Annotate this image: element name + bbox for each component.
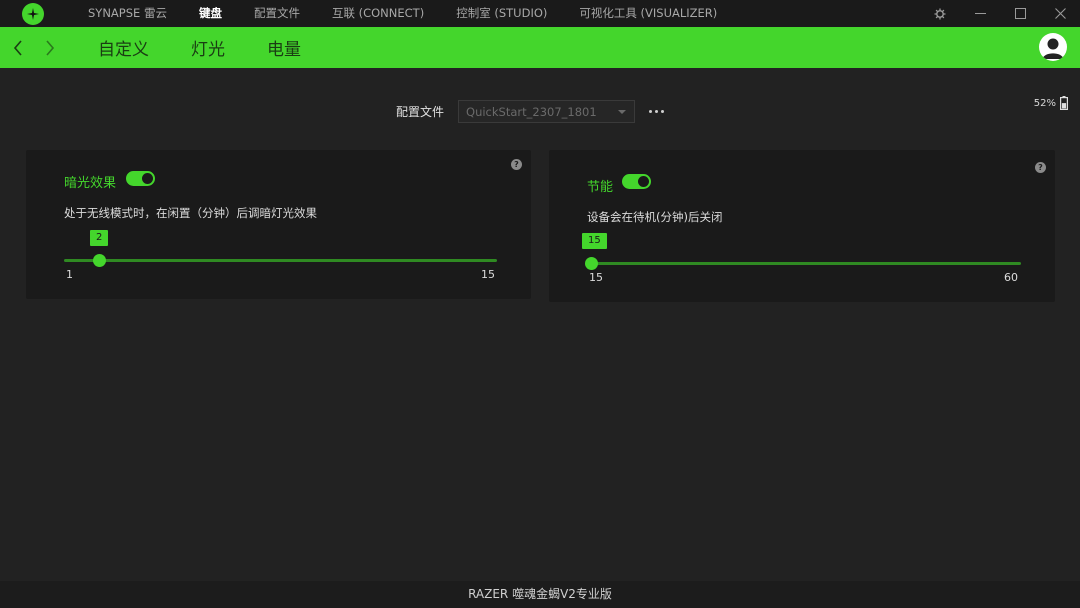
window-controls [920, 0, 1080, 27]
sub-tabs: 自定义 灯光 电量 [98, 27, 343, 68]
help-icon[interactable]: ? [511, 159, 522, 170]
dimming-description: 处于无线模式时，在闲置（分钟）后调暗灯光效果 [64, 206, 317, 220]
dimming-title: 暗光效果 [64, 176, 117, 191]
dimming-slider-max: 15 [481, 268, 495, 281]
synapse-window: SYNAPSE 雷云 键盘 配置文件 互联 (CONNECT) 控制室 (STU… [0, 0, 1080, 608]
forward-arrow-icon[interactable] [38, 27, 62, 68]
battery-icon [1060, 96, 1068, 110]
minimize-icon[interactable] [960, 0, 1000, 27]
dimming-slider-track[interactable] [64, 259, 497, 262]
power-value-bubble: 15 [582, 233, 607, 249]
tab-connect[interactable]: 互联 (CONNECT) [316, 0, 440, 27]
tab-keyboard[interactable]: 键盘 [183, 0, 238, 27]
tab-synapse[interactable]: SYNAPSE 雷云 [72, 0, 183, 27]
profile-dropdown[interactable]: QuickStart_2307_1801 [458, 100, 636, 123]
dimming-slider-min: 1 [66, 268, 73, 281]
top-navigation: SYNAPSE 雷云 键盘 配置文件 互联 (CONNECT) 控制室 (STU… [72, 0, 733, 27]
title-bar: SYNAPSE 雷云 键盘 配置文件 互联 (CONNECT) 控制室 (STU… [0, 0, 1080, 27]
power-slider-min: 15 [589, 271, 603, 284]
device-footer: RAZER 噬魂金蝎V2专业版 [0, 581, 1080, 608]
dimming-value-bubble: 2 [90, 230, 109, 246]
dimming-toggle[interactable] [126, 171, 155, 186]
battery-percent: 52% [1033, 97, 1056, 109]
device-name: RAZER 噬魂金蝎V2专业版 [468, 587, 612, 601]
tab-power[interactable]: 电量 [267, 35, 301, 60]
power-slider-max: 60 [1004, 271, 1018, 284]
tab-visualizer[interactable]: 可视化工具 (VISUALIZER) [563, 0, 733, 27]
user-avatar-icon[interactable] [1039, 33, 1067, 61]
power-saving-card: ? 节能 设备会在待机(分钟)后关闭 15 15 60 [549, 150, 1055, 302]
tab-lighting[interactable]: 灯光 [191, 35, 225, 60]
power-saving-description: 设备会在待机(分钟)后关闭 [587, 210, 723, 224]
profile-selected-value: QuickStart_2307_1801 [466, 104, 597, 119]
power-saving-toggle[interactable] [622, 174, 651, 189]
dimming-slider-thumb[interactable] [93, 254, 106, 267]
tab-profiles[interactable]: 配置文件 [238, 0, 316, 27]
more-options-icon[interactable] [649, 110, 665, 113]
chevron-down-icon [618, 110, 627, 114]
power-slider-thumb[interactable] [585, 257, 598, 270]
settings-gear-icon[interactable] [920, 0, 960, 27]
razer-logo-icon[interactable] [22, 3, 44, 25]
profile-selector-row: 配置文件 QuickStart_2307_1801 [396, 100, 665, 123]
battery-indicator: 52% [1034, 96, 1068, 110]
help-icon[interactable]: ? [1035, 162, 1046, 173]
profile-label: 配置文件 [396, 105, 445, 119]
tab-customize[interactable]: 自定义 [98, 35, 149, 60]
maximize-icon[interactable] [1000, 0, 1040, 27]
dimming-effect-card: ? 暗光效果 处于无线模式时，在闲置（分钟）后调暗灯光效果 2 1 15 [26, 150, 531, 299]
power-saving-title: 节能 [587, 180, 614, 195]
back-arrow-icon[interactable] [6, 27, 30, 68]
tab-studio[interactable]: 控制室 (STUDIO) [440, 0, 563, 27]
sub-navigation: 自定义 灯光 电量 [0, 27, 1080, 68]
power-slider-track[interactable] [587, 262, 1021, 265]
close-icon[interactable] [1040, 0, 1080, 27]
